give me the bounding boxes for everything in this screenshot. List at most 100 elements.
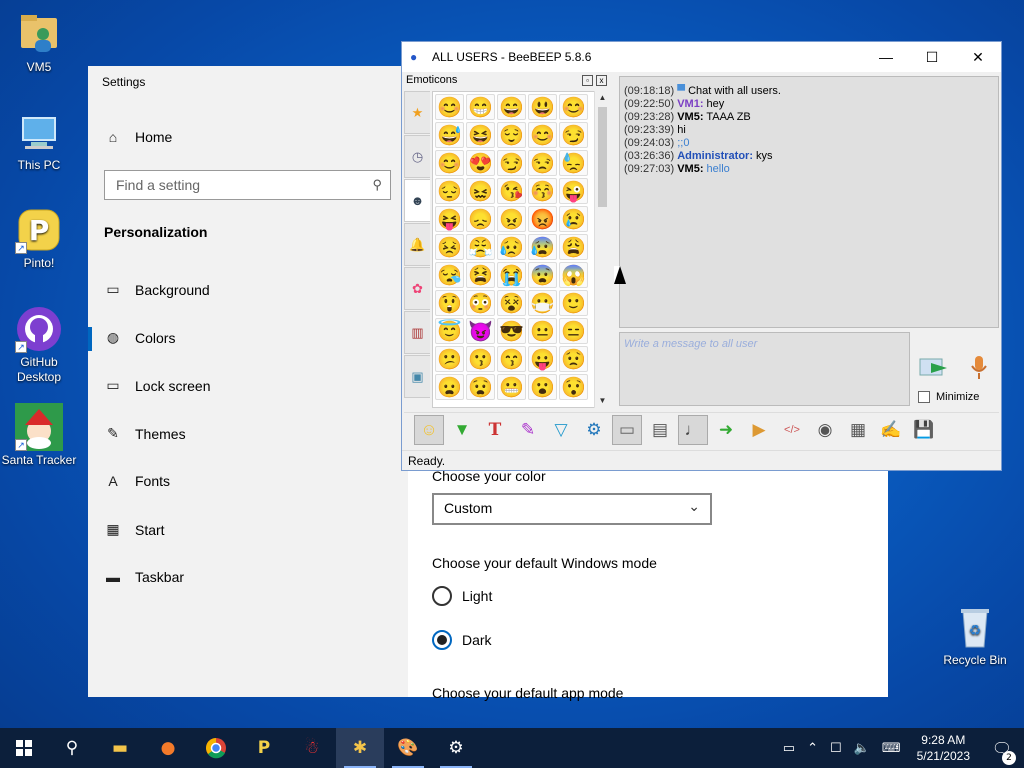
emoji-button[interactable]: 😊 <box>528 122 557 148</box>
emoji-button[interactable]: 😎 <box>497 318 526 344</box>
send-message-icon[interactable] <box>919 355 949 381</box>
scroll-down-icon[interactable]: ▼ <box>595 394 610 408</box>
emoji-button[interactable]: 😣 <box>435 234 464 260</box>
beebeep-taskbar-button[interactable]: ✱ <box>336 728 384 768</box>
emoji-button[interactable]: 😕 <box>435 346 464 372</box>
emoji-button[interactable]: 😒 <box>528 150 557 176</box>
emoji-button[interactable]: 😟 <box>559 346 588 372</box>
tab-objects[interactable]: 🔔 <box>404 223 430 266</box>
emoji-scrollbar[interactable]: ▲ ▼ <box>594 91 609 408</box>
settings-taskbar-button[interactable]: ⚙ <box>432 728 480 768</box>
emoji-button[interactable]: 😘 <box>497 178 526 204</box>
emoji-button[interactable]: 😏 <box>559 122 588 148</box>
emoji-button[interactable]: 😰 <box>528 234 557 260</box>
paint-taskbar-button[interactable]: 🎨 <box>384 728 432 768</box>
search-input[interactable]: Find a setting ⚲ <box>104 170 391 200</box>
desktop-icon-github[interactable]: ↗ GitHub Desktop <box>1 305 77 385</box>
emoji-button[interactable]: 😊 <box>435 94 464 120</box>
emoji-button[interactable]: 😷 <box>528 290 557 316</box>
emoji-button[interactable]: 😤 <box>466 234 495 260</box>
touch-keyboard-icon[interactable]: ⌨ <box>876 741 907 756</box>
microphone-icon[interactable] <box>968 354 990 382</box>
clock[interactable]: 9:28 AM 5/21/2023 <box>907 732 980 764</box>
emoji-button[interactable]: 😵 <box>497 290 526 316</box>
color-dropdown[interactable]: Custom ⌄ <box>432 493 712 525</box>
emoji-button[interactable]: 😄 <box>497 94 526 120</box>
spellcheck-icon[interactable]: ▭ <box>612 414 642 445</box>
emoji-button[interactable]: 😛 <box>528 346 557 372</box>
nav-start[interactable]: ▦ Start <box>104 521 164 538</box>
screenshot-icon[interactable]: ◉ <box>810 415 840 445</box>
minimize-checkbox[interactable]: Minimize <box>918 391 979 403</box>
emoji-button[interactable]: 😊 <box>559 94 588 120</box>
search-button[interactable]: ⚲ <box>48 728 96 768</box>
emoji-button[interactable]: 😌 <box>497 122 526 148</box>
emoji-button[interactable]: 😫 <box>466 262 495 288</box>
emoji-button[interactable]: 😆 <box>466 122 495 148</box>
keyboard-layout-icon[interactable]: ▭ <box>777 741 801 756</box>
emoji-button[interactable]: 😡 <box>528 206 557 232</box>
emoticons-toggle-icon[interactable]: ☺ <box>414 414 444 445</box>
radio-dark[interactable]: Dark <box>432 630 492 650</box>
emoji-button[interactable]: 😬 <box>497 374 526 400</box>
float-panel-button[interactable]: ▫ <box>582 75 593 86</box>
compact-view-icon[interactable]: ♩ <box>678 414 708 445</box>
nav-themes[interactable]: ✎ Themes <box>104 425 185 442</box>
settings-gear-icon[interactable]: ⚙ <box>579 415 609 445</box>
message-input[interactable]: Write a message to all user <box>619 332 910 406</box>
nav-colors[interactable]: ◍ Colors <box>104 329 176 346</box>
emoji-button[interactable]: 😁 <box>466 94 495 120</box>
emoji-button[interactable]: 😑 <box>559 318 588 344</box>
emoji-button[interactable]: 😈 <box>466 318 495 344</box>
emoji-button[interactable]: 😪 <box>435 262 464 288</box>
emoji-button[interactable]: 😲 <box>435 290 464 316</box>
emoji-button[interactable]: 😞 <box>466 206 495 232</box>
chrome-button[interactable] <box>192 728 240 768</box>
filter-icon[interactable]: ▽ <box>546 415 576 445</box>
emoji-button[interactable]: 😏 <box>497 150 526 176</box>
emoji-button[interactable]: 😳 <box>466 290 495 316</box>
emoji-button[interactable]: 😮 <box>528 374 557 400</box>
minimize-window-button[interactable]: — <box>863 42 909 72</box>
desktop-icon-santa-tracker[interactable]: ↗ Santa Tracker <box>1 403 77 468</box>
dropdown-arrow-icon[interactable]: ▼ <box>447 415 477 445</box>
emoji-button[interactable]: 😨 <box>528 262 557 288</box>
emoji-button[interactable]: 😱 <box>559 262 588 288</box>
chevron-up-icon[interactable]: ⌃ <box>801 741 824 756</box>
close-window-button[interactable]: ✕ <box>955 42 1001 72</box>
notes-icon[interactable]: ✍ <box>876 415 906 445</box>
emoji-button[interactable]: 😔 <box>435 178 464 204</box>
pinto-taskbar-button[interactable]: P <box>240 728 288 768</box>
emoji-button[interactable]: 😇 <box>435 318 464 344</box>
santa-taskbar-button[interactable]: ☃ <box>288 728 336 768</box>
send-folder-icon[interactable]: ▶ <box>744 415 774 445</box>
file-explorer-button[interactable]: ▬ <box>96 728 144 768</box>
emoji-button[interactable]: 😊 <box>435 150 464 176</box>
nav-taskbar[interactable]: ▬ Taskbar <box>104 569 184 585</box>
clear-icon[interactable]: ▦ <box>843 415 873 445</box>
emoji-button[interactable]: 😚 <box>528 178 557 204</box>
send-file-icon[interactable]: ➜ <box>711 415 741 445</box>
emoji-button[interactable]: 😜 <box>559 178 588 204</box>
close-panel-button[interactable]: x <box>596 75 607 86</box>
emoji-button[interactable]: 😓 <box>559 150 588 176</box>
emoji-button[interactable]: 😩 <box>559 234 588 260</box>
emoji-button[interactable]: 😙 <box>497 346 526 372</box>
emoji-button[interactable]: 😦 <box>435 374 464 400</box>
emoji-button[interactable]: 🙂 <box>559 290 588 316</box>
desktop-icon-pinto[interactable]: P ↗ Pinto! <box>1 206 77 271</box>
tab-recent[interactable]: ◷ <box>404 135 430 178</box>
radio-light[interactable]: Light <box>432 586 492 606</box>
emoji-button[interactable]: 😭 <box>497 262 526 288</box>
emoji-button[interactable]: 😖 <box>466 178 495 204</box>
nav-fonts[interactable]: A Fonts <box>104 473 170 489</box>
emoji-button[interactable]: 😧 <box>466 374 495 400</box>
volume-muted-icon[interactable]: 🔈 <box>848 741 876 756</box>
nav-background[interactable]: ▭ Background <box>104 281 209 298</box>
action-center-button[interactable]: 🗨 2 <box>980 739 1024 765</box>
emoji-button[interactable]: 😍 <box>466 150 495 176</box>
emoji-button[interactable]: 😯 <box>559 374 588 400</box>
nav-home[interactable]: ⌂ Home <box>104 129 173 145</box>
tab-places[interactable]: ▥ <box>404 311 430 354</box>
emoji-button[interactable]: 😥 <box>497 234 526 260</box>
